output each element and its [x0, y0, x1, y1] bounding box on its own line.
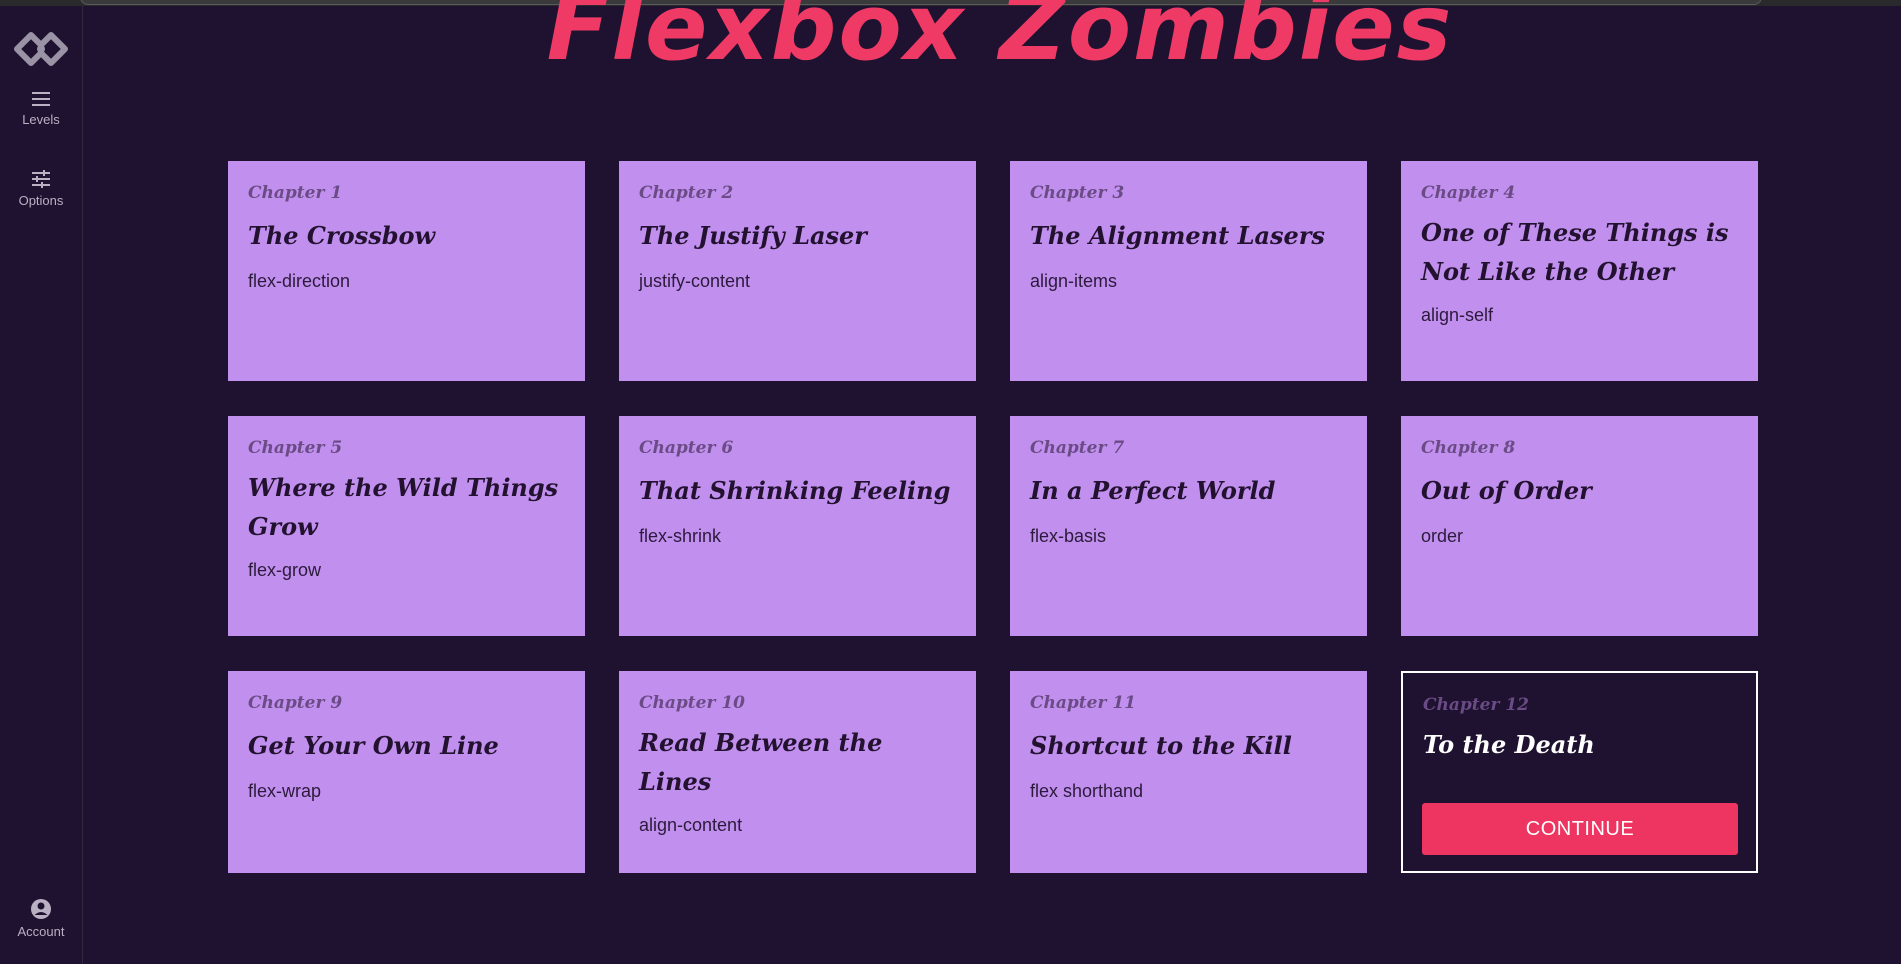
chapter-title: The Justify Laser: [639, 220, 867, 250]
chapter-property: align-self: [1421, 305, 1494, 325]
chapter-title: Shortcut to the Kill: [1030, 730, 1292, 760]
chapter-card-7[interactable]: Chapter 7 In a Perfect World flex-basis: [1010, 416, 1367, 636]
chapter-number: Chapter 9: [248, 693, 343, 713]
chapter-card-8[interactable]: Chapter 8 Out of Order order: [1401, 416, 1758, 636]
chapter-number: Chapter 8: [1421, 438, 1516, 458]
chapter-title: One of These Things is Not Like the Othe…: [1421, 218, 1729, 286]
chapter-property: order: [1421, 526, 1464, 546]
sidebar-item-levels[interactable]: Levels: [0, 90, 82, 127]
sidebar-item-label: Levels: [22, 112, 60, 127]
chapter-title: The Alignment Lasers: [1030, 220, 1325, 250]
chapter-title: Where the Wild Things Grow: [248, 473, 559, 541]
sliders-icon: [32, 170, 50, 188]
chapter-number: Chapter 10: [639, 693, 745, 713]
chapter-card-9[interactable]: Chapter 9 Get Your Own Line flex-wrap: [228, 671, 585, 873]
sidebar-item-label: Account: [17, 924, 65, 939]
chapter-title: Out of Order: [1421, 475, 1592, 505]
chapter-number: Chapter 1: [248, 183, 343, 203]
page-title: Flexbox Zombies: [546, 0, 1454, 81]
chapter-card-5[interactable]: Chapter 5 Where the Wild Things Grow fle…: [228, 416, 585, 636]
chapter-property: justify-content: [639, 271, 751, 291]
account-icon: [31, 899, 51, 919]
chapter-number: Chapter 12: [1423, 695, 1529, 715]
chapter-card-12[interactable]: Chapter 12 To the Death CONTINUE: [1401, 671, 1758, 873]
chapter-card-2[interactable]: Chapter 2 The Justify Laser justify-cont…: [619, 161, 976, 381]
chapter-property: align-content: [639, 815, 743, 835]
chapter-property: flex-direction: [248, 271, 351, 291]
sidebar-item-label: Options: [18, 193, 64, 208]
sidebar-item-options[interactable]: Options: [0, 169, 82, 208]
chapter-title: To the Death: [1423, 730, 1595, 759]
chapter-property: align-items: [1030, 271, 1118, 291]
chapter-property: flex-grow: [248, 560, 322, 580]
chapter-number: Chapter 2: [639, 183, 734, 203]
chapter-number: Chapter 6: [639, 438, 734, 458]
chapter-grid: Chapter 1 The Crossbow flex-direction Ch…: [228, 161, 1758, 873]
chapter-title: The Crossbow: [248, 220, 436, 250]
chapter-title: In a Perfect World: [1030, 475, 1276, 505]
chapter-card-3[interactable]: Chapter 3 The Alignment Lasers align-ite…: [1010, 161, 1367, 381]
chapter-card-10[interactable]: Chapter 10 Read Between the Lines align-…: [619, 671, 976, 873]
chapter-number: Chapter 11: [1030, 693, 1136, 713]
chapter-title: Read Between the Lines: [639, 728, 883, 796]
chapter-title: Get Your Own Line: [248, 730, 499, 760]
chapter-property: flex-wrap: [248, 781, 322, 801]
chapter-card-11[interactable]: Chapter 11 Shortcut to the Kill flex sho…: [1010, 671, 1367, 873]
chapter-title: That Shrinking Feeling: [639, 475, 951, 505]
chapter-number: Chapter 5: [248, 438, 343, 458]
chapter-property: flex-basis: [1030, 526, 1107, 546]
chapter-property: flex shorthand: [1030, 781, 1144, 801]
chapter-number: Chapter 4: [1421, 183, 1516, 203]
continue-button[interactable]: CONTINUE: [1422, 803, 1738, 855]
chapter-number: Chapter 7: [1030, 438, 1125, 458]
chapter-card-1[interactable]: Chapter 1 The Crossbow flex-direction: [228, 161, 585, 381]
menu-icon: [32, 92, 50, 106]
chapter-card-4[interactable]: Chapter 4 One of These Things is Not Lik…: [1401, 161, 1758, 381]
chapter-property: flex-shrink: [639, 526, 722, 546]
sidebar: Levels Options Account: [0, 6, 83, 964]
chapter-card-6[interactable]: Chapter 6 That Shrinking Feeling flex-sh…: [619, 416, 976, 636]
chapter-number: Chapter 3: [1030, 183, 1125, 203]
sidebar-item-account[interactable]: Account: [0, 898, 82, 939]
